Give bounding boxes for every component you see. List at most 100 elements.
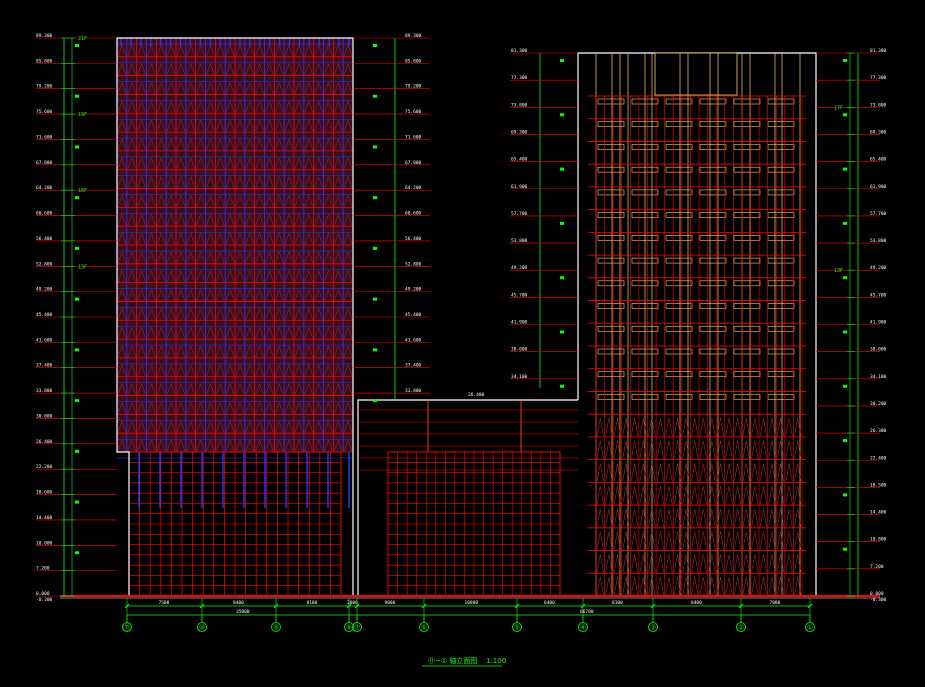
left-tower-floor-marker <box>75 348 79 352</box>
right-tower-level-value: 34.100 <box>870 374 887 380</box>
left-tower-right-level-value: 37.400 <box>405 363 422 369</box>
left-tower-right-level-value: 79.200 <box>405 84 422 90</box>
left-tower-right-level-value: 60.600 <box>405 211 422 217</box>
right-tower-left-floor-marker <box>560 384 564 388</box>
right-tower-level-value: 22.400 <box>870 455 887 461</box>
left-tower-floor-marker <box>75 297 79 301</box>
axis-label: ④ <box>580 624 586 632</box>
left-tower-level-value: 14.400 <box>36 515 53 521</box>
right-tower-floor-marker <box>843 493 847 497</box>
right-tower-level-value: 77.300 <box>870 75 887 81</box>
left-tower-level-value: 33.800 <box>36 388 53 394</box>
left-tower-right-level-value: 71.600 <box>405 134 422 140</box>
right-tower-floor-marker <box>843 167 847 171</box>
left-tower-floor-marker <box>75 145 79 149</box>
axis-label: ⑩ <box>199 624 205 632</box>
right-tower-left-level-value: 61.900 <box>511 184 528 190</box>
left-tower-floor-label: 19F <box>78 112 87 118</box>
left-tower-floor-marker <box>75 196 79 200</box>
left-tower-floor-label: 21F <box>78 36 87 42</box>
right-tower-left-level-value: 65.400 <box>511 157 528 163</box>
axis-label: ⑨ <box>273 624 279 632</box>
left-tower-floor-label: 16F <box>78 188 87 194</box>
right-tower-level-value: 38.000 <box>870 347 887 353</box>
left-tower-right-level-value: 75.600 <box>405 109 422 115</box>
right-tower-level-value: 0.000 <box>870 591 884 597</box>
left-tower-right-level-value: 49.200 <box>405 287 422 293</box>
left-tower-right-level-value: 89.300 <box>405 33 422 39</box>
right-tower-floor-marker <box>843 59 847 62</box>
right-tower-level-value: 73.800 <box>870 102 887 108</box>
left-tower-level-value: 26.400 <box>36 439 53 445</box>
left-tower-right-floor-marker <box>373 246 377 250</box>
axis-label: ⑤ <box>514 624 520 632</box>
bay-dimension: 2000 <box>347 600 358 606</box>
right-tower-left-level-value: 69.300 <box>511 129 528 135</box>
bay-dimension: 7500 <box>159 600 170 606</box>
left-tower-right-floor-marker <box>373 399 377 403</box>
left-tower-right-floor-marker <box>373 94 377 98</box>
right-tower-left-level-value: 41.900 <box>511 320 528 326</box>
left-tower-floor-marker <box>75 449 79 453</box>
drawing-scale: 1:100 <box>486 657 506 665</box>
right-tower-left-level-value: 73.800 <box>511 102 528 108</box>
ground-outdoor-level: -0.300 <box>36 597 53 603</box>
right-tower-level-value: 57.700 <box>870 211 887 217</box>
right-tower-level-value: 49.200 <box>870 265 887 271</box>
right-tower-left-level-value: 57.700 <box>511 211 528 217</box>
axis-label: ① <box>807 624 813 632</box>
left-tower-level-value: 85.800 <box>36 58 53 64</box>
right-tower-left-level-value: 81.300 <box>511 48 528 54</box>
right-tower-level-value: 7.200 <box>870 564 884 570</box>
right-tower-level-value: 30.200 <box>870 401 887 407</box>
right-tower-left-level-value: 77.300 <box>511 75 528 81</box>
left-tower-right-level-value: 67.800 <box>405 160 422 166</box>
axis-label: ⑪ <box>124 624 131 632</box>
right-tower-left-level-value: 49.200 <box>511 265 528 271</box>
axis-label: ⑧ <box>346 624 352 632</box>
right-tower-crown <box>654 52 738 96</box>
left-tower-level-value: 0.000 <box>36 591 50 597</box>
left-tower-right-floor-marker <box>373 297 377 301</box>
left-tower-level-value: 22.200 <box>36 464 53 470</box>
right-tower-left-floor-marker <box>560 167 564 171</box>
left-tower-level-value: 67.800 <box>36 160 53 166</box>
bay-dimension: 7800 <box>770 600 781 606</box>
drawing-title-block: ⑪~① 轴立面图 1:100 <box>422 656 506 667</box>
left-tower-floor-marker <box>75 44 79 47</box>
left-tower-right-level-value: 45.400 <box>405 312 422 318</box>
right-tower-left-level-value: 53.800 <box>511 238 528 244</box>
right-tower-floor-label: 13F <box>834 268 843 274</box>
left-tower-right-level-value: 56.400 <box>405 236 422 242</box>
left-tower-level-value: 49.200 <box>36 287 53 293</box>
left-tower-floor-marker <box>75 246 79 250</box>
bay-dimension: 8400 <box>233 600 244 606</box>
right-tower-level-value: 65.400 <box>870 157 887 163</box>
left-tower-right-level-value: 41.600 <box>405 337 422 343</box>
right-tower-left-floor-marker <box>560 59 564 62</box>
axis-label: ③ <box>650 624 656 632</box>
right-tower-floor-marker <box>843 439 847 443</box>
left-tower-right-floor-marker <box>373 348 377 352</box>
right-tower-left-floor-marker <box>560 221 564 225</box>
left-tower-floor-marker <box>75 399 79 403</box>
left-tower-level-value: 37.400 <box>36 363 53 369</box>
right-tower-level-value: 14.400 <box>870 510 887 516</box>
right-tower-level-value: 61.900 <box>870 184 887 190</box>
left-tower-level-value: 52.800 <box>36 261 53 267</box>
right-tower-left-floor-marker <box>560 113 564 117</box>
right-tower-floor-label: 17F <box>834 105 843 111</box>
drawing-title: ⑪~① 轴立面图 <box>428 656 477 665</box>
left-tower-level-value: 10.800 <box>36 540 53 546</box>
left-tower-level-value: 7.200 <box>36 566 50 572</box>
right-tower-level-value: 18.500 <box>870 482 887 488</box>
left-tower-right-level-value: 85.800 <box>405 58 422 64</box>
right-tower-level-value: 53.800 <box>870 238 887 244</box>
left-tower-right-level-value: 52.800 <box>405 261 422 267</box>
bay-dimension: 8100 <box>307 600 318 606</box>
right-tower-floor-marker <box>843 547 847 551</box>
right-tower-level-value: 10.800 <box>870 537 887 543</box>
ground-outdoor-level-right: -0.300 <box>870 597 887 603</box>
right-tower-floor-marker <box>843 330 847 334</box>
left-tower-level-value: 60.600 <box>36 211 53 217</box>
